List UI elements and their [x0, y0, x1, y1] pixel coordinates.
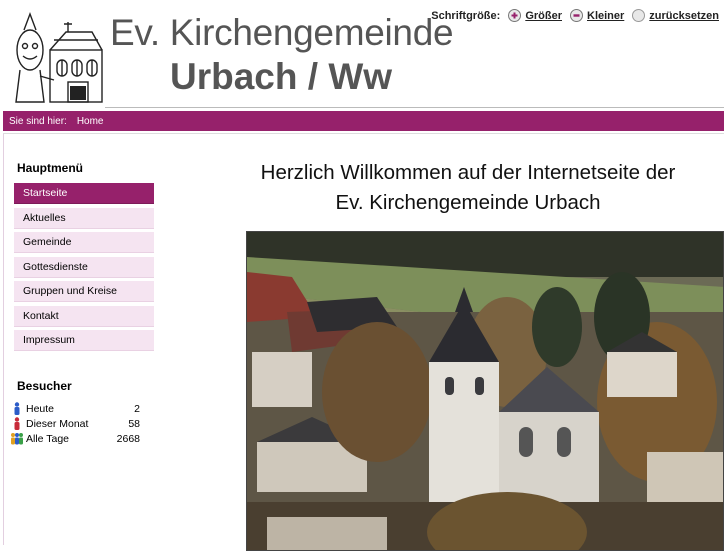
- visitor-label: Dieser Monat: [26, 417, 89, 430]
- main-menu-title: Hauptmenü: [17, 161, 83, 175]
- visitor-label: Alle Tage: [26, 432, 70, 445]
- visitor-value: 2668: [116, 432, 140, 445]
- left-border: [3, 134, 4, 545]
- font-size-controls: Schriftgröße: Größer Kleiner zurücksetze…: [431, 9, 719, 22]
- menu-item-gottesdienste[interactable]: Gottesdienste: [14, 256, 154, 278]
- breadcrumb: Sie sind hier: Home: [3, 111, 724, 131]
- visitor-label: Heute: [26, 402, 55, 415]
- church-logo-icon: [15, 12, 103, 103]
- breadcrumb-home-link[interactable]: Home: [77, 116, 104, 127]
- visitor-row-all: Alle Tage 2668: [10, 431, 140, 446]
- menu-item-aktuelles[interactable]: Aktuelles: [14, 207, 154, 229]
- menu-item-kontakt[interactable]: Kontakt: [14, 305, 154, 327]
- welcome-heading: Herzlich Willkommen auf der Internetseit…: [228, 158, 708, 218]
- village-church-photo: [246, 231, 724, 551]
- visitor-row-month: Dieser Monat 58: [10, 416, 140, 431]
- site-title-line2: Urbach / Ww: [170, 56, 393, 97]
- visitors-title: Besucher: [17, 379, 72, 393]
- church-photo-image: [247, 232, 723, 550]
- visitor-counter: Heute 2 Dieser Monat 58 Alle Tage 2668: [10, 401, 140, 446]
- breadcrumb-divider: [3, 133, 724, 134]
- visitor-value: 58: [128, 417, 140, 430]
- breadcrumb-label: Sie sind hier:: [9, 115, 67, 127]
- reset-circle-icon: [632, 9, 646, 22]
- person-red-icon: [14, 417, 20, 430]
- church-logo: [10, 10, 106, 106]
- menu-item-startseite[interactable]: Startseite: [14, 183, 154, 204]
- font-size-label: Schriftgröße:: [431, 9, 501, 22]
- minus-circle-icon: [570, 9, 583, 22]
- font-smaller-button[interactable]: Kleiner: [570, 9, 624, 22]
- welcome-line1: Herzlich Willkommen auf der Internetseit…: [260, 161, 676, 184]
- main-menu: Startseite Aktuelles Gemeinde Gottesdien…: [14, 183, 154, 355]
- font-bigger-label: Größer: [525, 9, 562, 22]
- plus-circle-icon: [508, 9, 522, 22]
- visitor-row-today: Heute 2: [10, 401, 140, 416]
- font-reset-button[interactable]: zurücksetzen: [632, 9, 719, 22]
- font-smaller-label: Kleiner: [587, 9, 625, 22]
- people-group-icon: [11, 433, 23, 445]
- font-reset-label: zurücksetzen: [649, 9, 719, 22]
- site-title-line1: Ev. Kirchengemeinde: [110, 12, 454, 53]
- font-bigger-button[interactable]: Größer: [508, 9, 562, 22]
- header-divider: [105, 107, 724, 108]
- person-blue-icon: [14, 402, 20, 415]
- menu-item-gruppen-und-kreise[interactable]: Gruppen und Kreise: [14, 281, 154, 302]
- menu-item-gemeinde[interactable]: Gemeinde: [14, 232, 154, 253]
- visitor-value: 2: [134, 402, 140, 415]
- welcome-line2: Ev. Kirchengemeinde Urbach: [335, 191, 601, 214]
- menu-item-impressum[interactable]: Impressum: [14, 330, 154, 351]
